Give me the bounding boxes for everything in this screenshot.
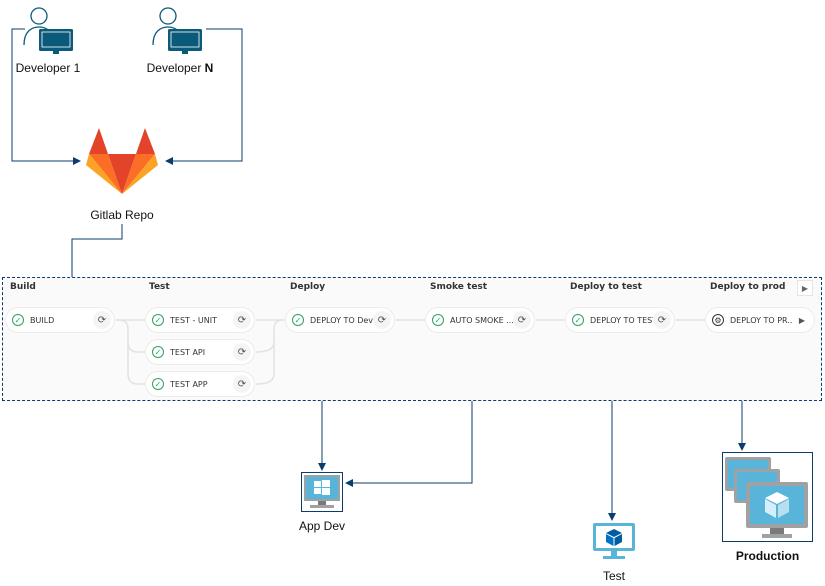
success-status-icon: ✓ [152, 378, 164, 390]
job-name: BUILD [30, 315, 55, 325]
pipeline-container [2, 277, 822, 401]
test-node[interactable] [592, 521, 636, 563]
job-name: DEPLOY TO Dev [310, 315, 373, 325]
success-status-icon: ✓ [152, 314, 164, 326]
job-deploy-to-dev[interactable]: ✓ DEPLOY TO Dev ⟳ [286, 308, 394, 332]
vm-cube-icon [593, 523, 635, 559]
job-name: DEPLOY TO PR... [730, 315, 793, 325]
gitlab-logo-icon [86, 128, 158, 194]
vm-stack-icon [722, 452, 813, 542]
gitlab-repo-node[interactable] [86, 127, 158, 195]
gitlab-repo-label: Gitlab Repo [90, 208, 154, 222]
success-status-icon: ✓ [432, 314, 444, 326]
play-icon[interactable]: ▶ [793, 311, 811, 329]
job-build[interactable]: ✓ BUILD ⟳ [6, 308, 114, 332]
job-name: DEPLOY TO TEST [590, 315, 653, 325]
developer-n-label: Developer N [135, 61, 225, 75]
job-name: TEST - UNIT [170, 315, 217, 325]
success-status-icon: ✓ [12, 314, 24, 326]
test-label: Test [602, 569, 625, 583]
developer-n-label-bold: N [204, 61, 214, 75]
stage-title-smoke-test: Smoke test [430, 282, 488, 292]
app-dev-label: App Dev [298, 519, 346, 533]
production-node[interactable] [722, 452, 813, 542]
job-deploy-to-prod[interactable]: ⚙ DEPLOY TO PR... ▶ [706, 308, 814, 332]
job-test-api[interactable]: ✓ TEST API ⟳ [146, 340, 254, 364]
job-auto-smoke[interactable]: ✓ AUTO SMOKE ... ⟳ [426, 308, 534, 332]
job-test-app[interactable]: ✓ TEST APP ⟳ [146, 372, 254, 396]
job-test-unit[interactable]: ✓ TEST - UNIT ⟳ [146, 308, 254, 332]
retry-icon[interactable]: ⟳ [513, 311, 531, 329]
developer-workstation-icon [23, 7, 73, 54]
play-all-manual-button[interactable]: ▶ [797, 280, 813, 296]
job-name: TEST APP [170, 379, 208, 389]
app-dev-node[interactable] [301, 472, 343, 512]
job-name: AUTO SMOKE ... [450, 315, 513, 325]
retry-icon[interactable]: ⟳ [233, 311, 251, 329]
success-status-icon: ✓ [292, 314, 304, 326]
developer-1-label: Developer 1 [15, 61, 81, 75]
stage-title-deploy-to-test: Deploy to test [570, 282, 642, 292]
developer-1-node[interactable] [22, 3, 77, 55]
retry-icon[interactable]: ⟳ [233, 375, 251, 393]
developer-n-label-prefix: Developer [146, 61, 205, 75]
developer-workstation-icon [152, 7, 202, 54]
retry-icon[interactable]: ⟳ [233, 343, 251, 361]
stage-title-test: Test [149, 282, 170, 292]
production-label: Production [735, 549, 800, 563]
retry-icon[interactable]: ⟳ [653, 311, 671, 329]
stage-title-build: Build [10, 282, 36, 292]
stage-title-deploy-to-prod: Deploy to prod [710, 282, 786, 292]
retry-icon[interactable]: ⟳ [373, 311, 391, 329]
stage-title-deploy: Deploy [290, 282, 326, 292]
job-name: TEST API [170, 347, 206, 357]
manual-status-icon: ⚙ [712, 314, 724, 326]
windows-vm-icon [301, 472, 343, 512]
success-status-icon: ✓ [572, 314, 584, 326]
developer-n-node[interactable] [151, 3, 206, 55]
retry-icon[interactable]: ⟳ [93, 311, 111, 329]
success-status-icon: ✓ [152, 346, 164, 358]
job-deploy-to-test[interactable]: ✓ DEPLOY TO TEST ⟳ [566, 308, 674, 332]
